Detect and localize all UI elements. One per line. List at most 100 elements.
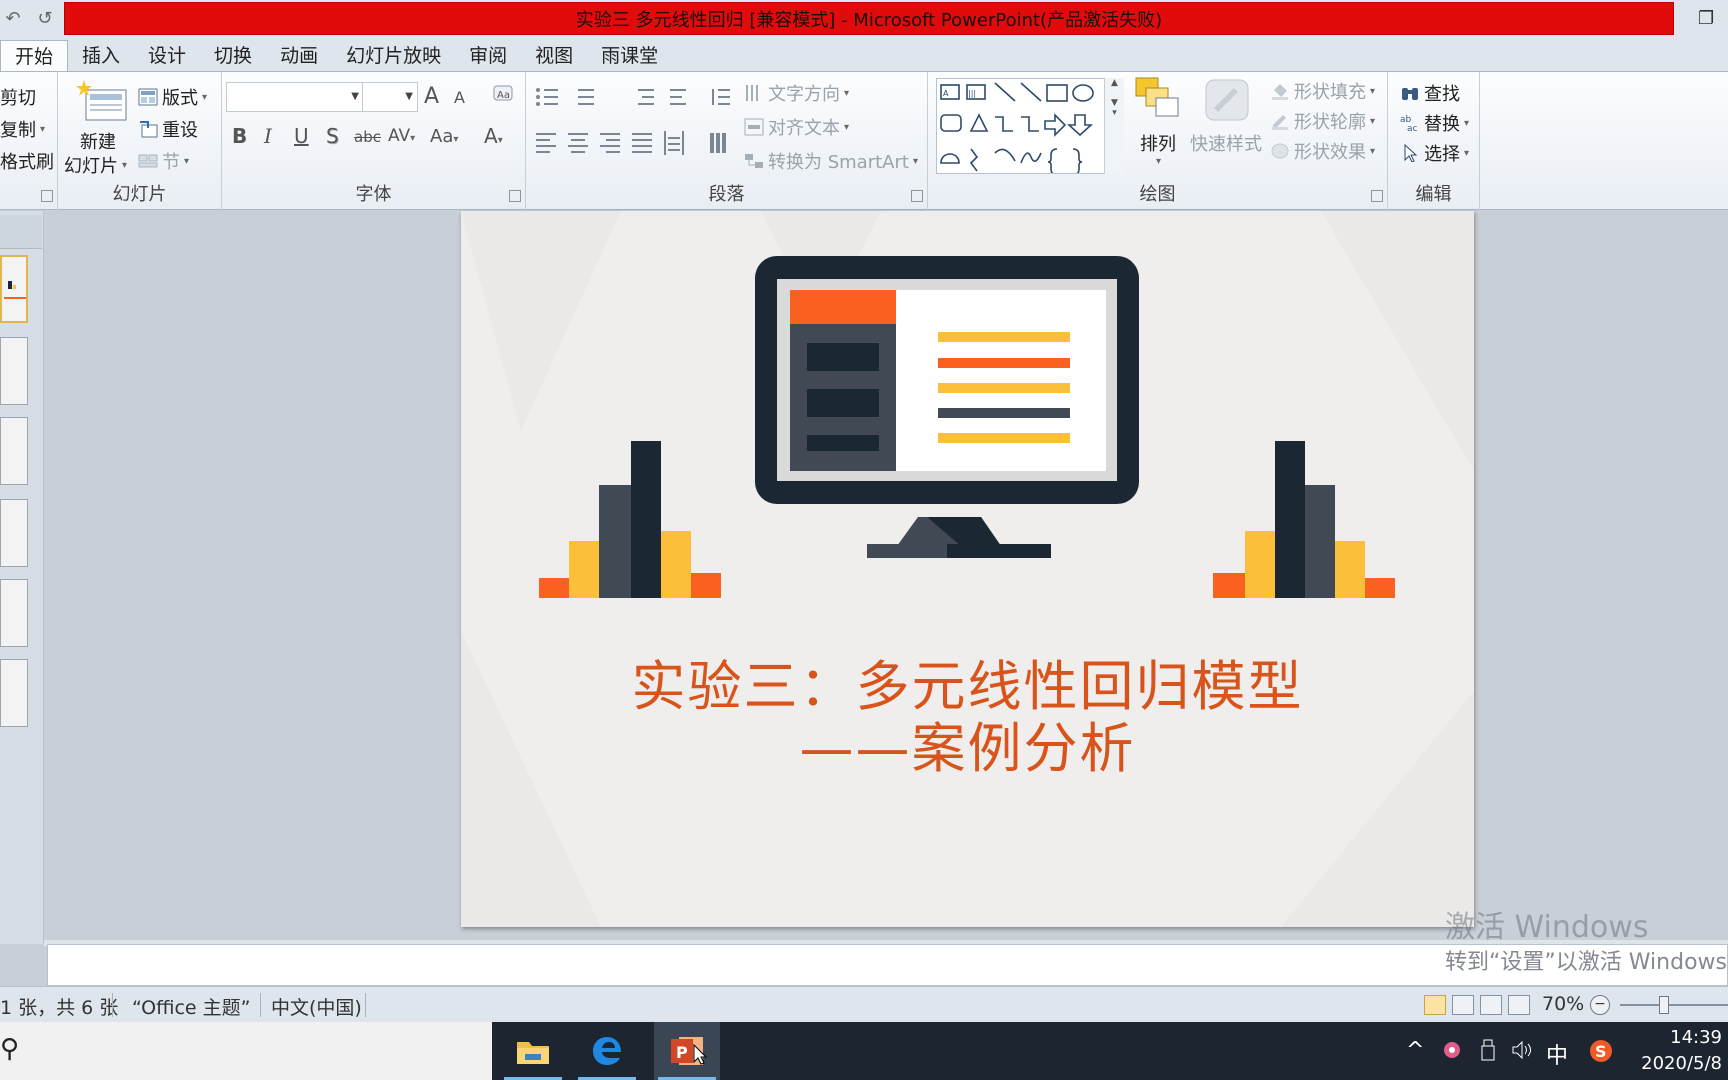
arrange-icon[interactable] [1132,76,1180,122]
usb-device-icon[interactable] [1478,1038,1498,1068]
paint-bucket-icon [1270,82,1290,100]
format-painter-button[interactable]: 格式刷 [0,148,54,174]
volume-icon[interactable] [1510,1038,1534,1068]
font-size-combo[interactable]: ▼ [362,82,418,112]
slides-group: 新建 幻灯片 ▾ 版式 ▾ 重设 节 ▾ 幻灯片 [58,72,222,210]
slide-canvas[interactable]: 实验三：多元线性回归模型 ——案例分析 [461,211,1474,927]
font-name-combo[interactable]: ▼ [226,82,364,112]
tab-home[interactable]: 开始 [0,40,69,72]
change-case-button[interactable]: Aa▾ [430,126,458,147]
ime-indicator[interactable]: 中 [1546,1038,1568,1070]
language-status[interactable]: 中文(中国) [271,993,362,1020]
edge-taskbar-button[interactable] [574,1022,640,1080]
select-button[interactable]: 选择 ▾ [1400,140,1469,166]
monitor-illustration [755,256,1139,558]
new-slide-icon[interactable] [72,78,132,124]
arrange-button[interactable]: 排列 [1140,130,1176,156]
slide-sorter-view-icon[interactable] [1452,995,1474,1015]
zoom-out-icon[interactable]: − [1590,995,1610,1015]
file-explorer-taskbar-button[interactable] [500,1022,566,1080]
bold-button[interactable]: B [232,124,247,148]
font-group-label: 字体 [355,184,392,205]
arrange-dropdown-arrow[interactable]: ▾ [1156,156,1161,167]
taskbar-clock[interactable]: 14:39 2020/5/8 [1641,1025,1722,1077]
section-icon [138,152,158,170]
tab-animations[interactable]: 动画 [266,40,332,72]
copy-button[interactable]: 复制 ▾ [0,116,45,142]
slide-thumbnail-4[interactable] [0,499,28,567]
char-spacing-button[interactable]: AV▾ [388,126,415,146]
tab-view[interactable]: 视图 [521,40,587,72]
slideshow-view-icon[interactable] [1508,995,1530,1015]
paragraph-launcher-icon[interactable] [911,190,923,202]
clipboard-launcher-icon[interactable] [41,190,53,202]
section-button[interactable]: 节 ▾ [138,148,189,174]
tab-rain-classroom[interactable]: 雨课堂 [587,40,672,72]
align-text-button[interactable]: 对齐文本 ▾ [744,114,849,140]
edge-icon [593,1037,621,1065]
thumbnail-pane-tab[interactable] [0,215,42,249]
shapes-gallery[interactable]: A ||| [936,78,1124,176]
tab-review[interactable]: 审阅 [455,40,521,72]
slide-title[interactable]: 实验三：多元线性回归模型 ——案例分析 [461,656,1474,780]
reading-view-icon[interactable] [1480,995,1502,1015]
right-bar-cluster [1213,441,1395,598]
shapes-gallery-scroll[interactable]: ▲ ▼ ▾ [1104,78,1124,174]
new-slide-dropdown[interactable]: 幻灯片 ▾ [64,152,127,178]
grow-font-button[interactable]: A [424,84,439,109]
shape-fill-button[interactable]: 形状填充 ▾ [1270,78,1375,104]
tab-insert[interactable]: 插入 [68,40,134,72]
clear-format-icon[interactable]: Aa [492,82,516,106]
paragraph-format-icons[interactable] [534,86,754,166]
title-bar: ↶ ↺ ▾ 实验三 多元线性回归 [兼容模式] - Microsoft Powe… [0,0,1728,38]
quick-styles-icon[interactable] [1204,78,1250,122]
normal-view-icon[interactable] [1424,995,1446,1015]
slide-thumbnail-2[interactable] [0,337,28,405]
drawing-launcher-icon[interactable] [1371,190,1383,202]
font-color-button[interactable]: A▾ [484,124,503,148]
italic-button[interactable]: I [264,124,272,148]
replace-button[interactable]: ab ac 替换 ▾ [1400,110,1469,136]
shrink-font-button[interactable]: A [454,88,465,107]
shape-effects-button[interactable]: 形状效果 ▾ [1270,138,1375,164]
redo-icon[interactable]: ↺ [34,8,56,29]
slide-thumbnail-3[interactable] [0,417,28,485]
reset-button[interactable]: 重设 [138,116,198,142]
slide-thumbnail-6[interactable] [0,659,28,727]
convert-smartart-button[interactable]: 转换为 SmartArt ▾ [744,148,918,174]
tray-app-icon[interactable] [1440,1038,1464,1068]
shape-outline-button[interactable]: 形状轮廓 ▾ [1270,108,1375,134]
theme-status[interactable]: “Office 主题” [132,993,251,1020]
restore-window-button[interactable]: ❐ [1698,8,1728,32]
shadow-button[interactable]: S [326,124,339,148]
underline-button[interactable]: U [294,124,309,148]
strikethrough-button[interactable]: abc [354,128,381,146]
slide-thumbnail-5[interactable] [0,579,28,647]
font-launcher-icon[interactable] [509,190,521,202]
status-divider [365,993,366,1017]
tray-overflow-icon[interactable]: ^ [1406,1038,1424,1063]
layout-button[interactable]: 版式 ▾ [138,84,207,110]
paragraph-group-label: 段落 [708,184,745,205]
binoculars-icon [1400,84,1420,102]
find-button[interactable]: 查找 [1400,80,1460,106]
zoom-slider-track[interactable] [1620,1004,1728,1006]
taskbar-search-box[interactable]: ⚲ [0,1022,492,1080]
clock-time: 14:39 [1670,1027,1722,1048]
cut-button[interactable]: 剪切 [0,84,36,110]
slide-thumbnail-1[interactable] [0,255,28,323]
status-bar: 1 张，共 6 张 “Office 主题” 中文(中国) 70% − [0,986,1728,1022]
text-direction-button[interactable]: 文字方向 ▾ [744,80,849,106]
zoom-slider-thumb[interactable] [1659,996,1669,1014]
powerpoint-taskbar-button[interactable]: P [654,1022,720,1080]
sogou-input-icon[interactable]: S [1588,1038,1614,1070]
tab-transitions[interactable]: 切换 [200,40,266,72]
new-slide-label[interactable]: 新建 [80,128,116,154]
zoom-level[interactable]: 70% [1542,993,1584,1015]
clipboard-group: 剪切 复制 ▾ 格式刷 [0,72,58,210]
undo-icon[interactable]: ↶ [2,8,24,29]
ribbon: 剪切 复制 ▾ 格式刷 新建 幻灯片 ▾ 版式 ▾ 重设 节 ▾ 幻灯片 ▼ ▼… [0,71,1728,210]
tab-design[interactable]: 设计 [134,40,200,72]
quick-styles-button[interactable]: 快速样式 [1190,130,1262,156]
tab-slideshow[interactable]: 幻灯片放映 [332,40,455,72]
